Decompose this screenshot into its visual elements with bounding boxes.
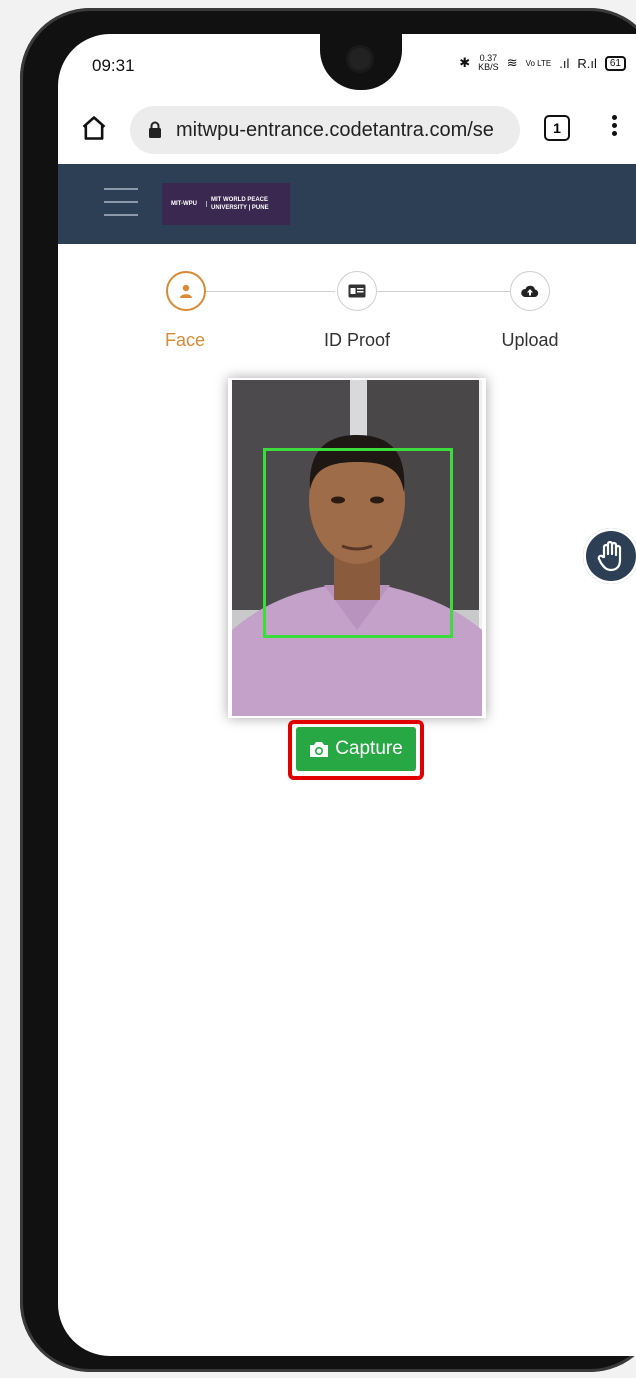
site-header: MIT-WPU MIT WORLD PEACE UNIVERSITY | PUN… bbox=[58, 164, 636, 244]
battery-icon: 61 bbox=[604, 55, 626, 71]
logo-left-text: MIT-WPU bbox=[162, 201, 207, 207]
step-face-circle bbox=[166, 271, 206, 311]
step-label-face: Face bbox=[164, 330, 206, 350]
logo-title: MIT WORLD PEACE bbox=[211, 197, 268, 203]
network-speed-unit: KB/S bbox=[478, 62, 499, 72]
signal-icon: .ıl bbox=[559, 55, 570, 71]
browser-toolbar: mitwpu-entrance.codetantra.com/se 1 bbox=[58, 96, 636, 164]
logo-subtitle: UNIVERSITY | PUNE bbox=[211, 205, 269, 211]
notch bbox=[320, 34, 402, 90]
capture-button[interactable]: Capture bbox=[296, 727, 416, 771]
status-time: 09:31 bbox=[92, 56, 135, 75]
signal-icon-2: R.ıl bbox=[577, 55, 597, 71]
wifi-icon: ≋ bbox=[506, 55, 518, 70]
phone-frame: 09:31 ✱ 0.37 KB/S ≋ Vo LTE .ıl R.ıl 61 m… bbox=[20, 8, 636, 1372]
address-bar[interactable]: mitwpu-entrance.codetantra.com/se bbox=[130, 106, 520, 154]
hamburger-menu-icon[interactable] bbox=[104, 188, 138, 218]
step-upload-circle bbox=[510, 271, 550, 311]
home-icon[interactable] bbox=[80, 114, 108, 142]
mit-wpu-logo: MIT-WPU MIT WORLD PEACE UNIVERSITY | PUN… bbox=[162, 183, 290, 225]
hand-icon bbox=[597, 540, 622, 572]
step-id-circle bbox=[337, 271, 377, 311]
capture-label: Capture bbox=[335, 738, 403, 759]
step-connector bbox=[205, 291, 335, 292]
volte-icon: Vo LTE bbox=[525, 58, 552, 68]
network-speed: 0.37 KB/S bbox=[478, 54, 499, 72]
progress-stepper: Face ID Proof Upload bbox=[58, 264, 636, 364]
step-label-id-proof: ID Proof bbox=[323, 330, 391, 350]
tab-switcher-button[interactable]: 1 bbox=[544, 115, 570, 141]
status-bar: 09:31 ✱ 0.37 KB/S ≋ Vo LTE .ıl R.ıl 61 bbox=[58, 34, 636, 96]
logo-right-text: MIT WORLD PEACE UNIVERSITY | PUNE bbox=[207, 196, 269, 212]
url-text[interactable]: mitwpu-entrance.codetantra.com/se bbox=[176, 119, 494, 142]
bluetooth-icon: ✱ bbox=[459, 55, 471, 70]
screen: 09:31 ✱ 0.37 KB/S ≋ Vo LTE .ıl R.ıl 61 m… bbox=[58, 34, 636, 1356]
front-camera bbox=[349, 48, 371, 70]
face-detection-box bbox=[263, 448, 453, 638]
cloud-upload-icon bbox=[521, 285, 539, 297]
raise-hand-button[interactable] bbox=[583, 528, 636, 584]
user-icon bbox=[180, 284, 192, 298]
step-label-upload: Upload bbox=[501, 330, 559, 350]
camera-icon bbox=[310, 741, 329, 757]
status-icons: ✱ 0.37 KB/S ≋ Vo LTE .ıl R.ıl 61 bbox=[459, 54, 626, 72]
browser-menu-icon[interactable] bbox=[610, 112, 618, 142]
id-card-icon bbox=[348, 284, 366, 298]
step-connector bbox=[375, 291, 511, 292]
lock-icon bbox=[149, 121, 161, 138]
